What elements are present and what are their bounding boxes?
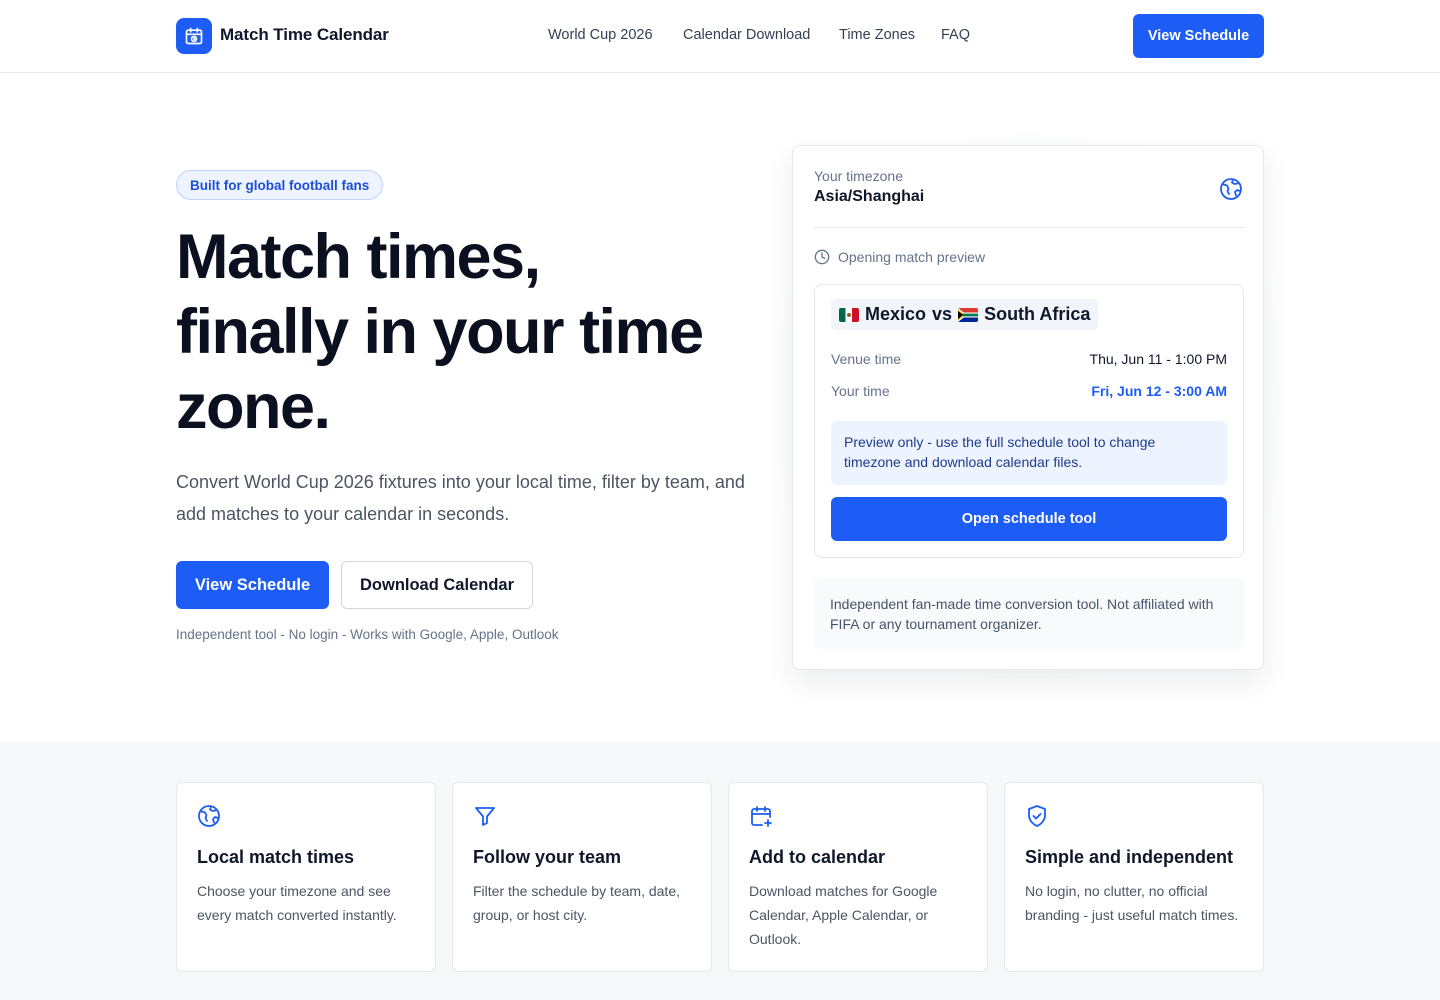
- feature-card-follow-team: Follow your team Filter the schedule by …: [452, 782, 712, 972]
- match-title: Mexico vs South Africa: [831, 299, 1099, 330]
- features-section: Local match times Choose your timezone a…: [0, 742, 1440, 1000]
- hero-footnote: Independent tool - No login - Works with…: [176, 627, 559, 642]
- globe-icon: [197, 804, 221, 833]
- logo[interactable]: [176, 18, 212, 54]
- headline-line-2: finally in your time: [176, 297, 704, 367]
- timezone-preview-card: Your timezone Asia/Shanghai Opening matc…: [792, 145, 1264, 670]
- feature-title: Simple and independent: [1025, 847, 1234, 867]
- hero-subtext: Convert World Cup 2026 fixtures into you…: [176, 472, 745, 524]
- hero-headline: Match times, finally in your time zone.: [176, 220, 756, 445]
- calendar-clock-icon: [185, 27, 203, 45]
- nav-calendar-download[interactable]: Calendar Download: [683, 27, 810, 43]
- feature-title: Local match times: [197, 847, 355, 867]
- your-time-value: Fri, Jun 12 - 3:00 AM: [1091, 383, 1227, 399]
- nav-world-cup-2026[interactable]: World Cup 2026: [548, 27, 653, 43]
- mexico-flag-icon: [839, 307, 859, 322]
- venue-time-label: Venue time: [831, 351, 902, 367]
- brand-name[interactable]: Match Time Calendar: [220, 25, 389, 45]
- preview-info-note: Preview only - use the full schedule too…: [831, 421, 1227, 485]
- preview-label-text: Opening match preview: [838, 249, 986, 265]
- feature-title: Follow your team: [473, 847, 622, 867]
- feature-description: Download matches for Google Calendar, Ap…: [749, 883, 938, 947]
- filter-icon: [473, 804, 497, 833]
- opening-match-preview-label: Opening match preview: [814, 249, 985, 265]
- feature-description: Choose your timezone and see every match…: [197, 883, 397, 923]
- nav-time-zones[interactable]: Time Zones: [839, 27, 915, 43]
- open-schedule-tool-button[interactable]: Open schedule tool: [831, 497, 1227, 541]
- globe-icon[interactable]: [1219, 177, 1243, 206]
- match-preview: Mexico vs South Africa Venue time Thu, J…: [814, 284, 1244, 558]
- feature-card-simple-independent: Simple and independent No login, no clut…: [1004, 782, 1264, 972]
- timezone-value: Asia/Shanghai: [814, 188, 925, 205]
- feature-card-local-times: Local match times Choose your timezone a…: [176, 782, 436, 972]
- timezone-label: Your timezone: [814, 168, 903, 184]
- your-time-label: Your time: [831, 383, 890, 399]
- vs-text: vs: [932, 304, 953, 324]
- view-schedule-button[interactable]: View Schedule: [176, 561, 329, 609]
- site-header: Match Time Calendar World Cup 2026 Calen…: [0, 0, 1440, 73]
- nav-faq[interactable]: FAQ: [941, 27, 970, 43]
- card-divider: [814, 227, 1244, 228]
- download-calendar-button[interactable]: Download Calendar: [341, 561, 533, 609]
- clock-icon: [814, 249, 830, 265]
- feature-card-add-calendar: Add to calendar Download matches for Goo…: [728, 782, 988, 972]
- feature-title: Add to calendar: [749, 847, 886, 867]
- south-africa-flag-icon: [958, 307, 979, 322]
- venue-time-value: Thu, Jun 11 - 1:00 PM: [1089, 351, 1227, 367]
- disclaimer: Independent fan-made time conversion too…: [814, 578, 1244, 649]
- shield-check-icon: [1025, 804, 1049, 833]
- feature-description: No login, no clutter, no official brandi…: [1025, 883, 1239, 923]
- team-home: Mexico: [865, 304, 927, 324]
- headline-line-1: Match times,: [176, 222, 541, 292]
- header-view-schedule-button[interactable]: View Schedule: [1133, 14, 1264, 58]
- headline-line-3: zone.: [176, 372, 331, 442]
- audience-badge: Built for global football fans: [176, 170, 384, 200]
- calendar-plus-icon: [749, 804, 773, 833]
- feature-description: Filter the schedule by team, date, group…: [473, 883, 680, 923]
- team-away: South Africa: [984, 304, 1091, 324]
